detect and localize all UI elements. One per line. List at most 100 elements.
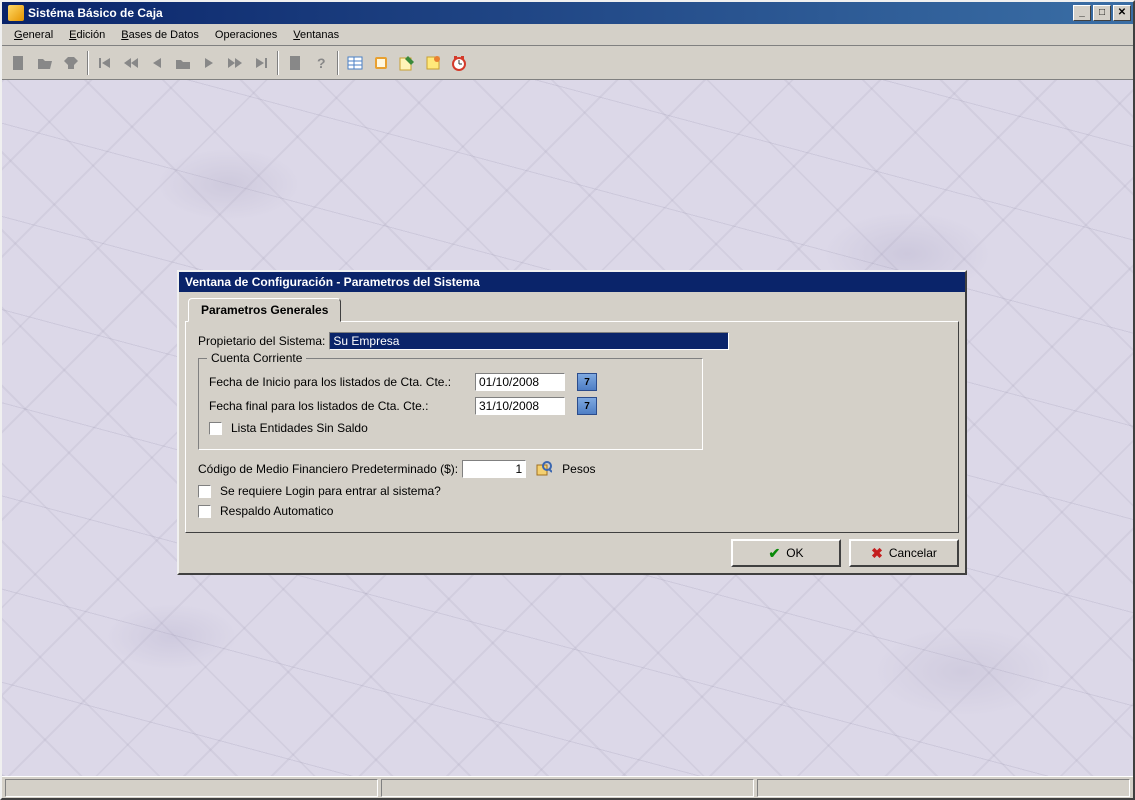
fecha-inicio-label: Fecha de Inicio para los listados de Cta… [209, 375, 471, 389]
toolbar-separator [87, 51, 89, 75]
grid-icon [346, 54, 364, 72]
fecha-final-input[interactable] [475, 397, 565, 415]
new-icon [10, 54, 28, 72]
fecha-inicio-calendar-button[interactable]: 7 [577, 373, 597, 391]
fecha-inicio-row: Fecha de Inicio para los listados de Cta… [209, 373, 692, 391]
tab-panel: Propietario del Sistema: Cuenta Corrient… [185, 321, 959, 533]
folder-icon [174, 54, 192, 72]
dialog-body: Parametros Generales Propietario del Sis… [179, 292, 965, 573]
ok-label: OK [786, 546, 803, 560]
menu-bases[interactable]: Bases de Datos [113, 27, 207, 43]
tb-edit-note[interactable] [394, 50, 420, 76]
cancel-label: Cancelar [889, 546, 937, 560]
lookup-icon [536, 461, 552, 477]
last-icon [252, 54, 270, 72]
cuenta-corriente-group: Cuenta Corriente Fecha de Inicio para lo… [198, 358, 703, 450]
workspace: Ventana de Configuración - Parametros de… [2, 80, 1133, 776]
tb-grid[interactable] [342, 50, 368, 76]
tb-book[interactable] [368, 50, 394, 76]
codigo-medio-unit: Pesos [562, 462, 595, 476]
status-panel-3 [757, 779, 1130, 797]
document-icon [286, 54, 304, 72]
require-login-checkbox[interactable] [198, 485, 211, 498]
tab-parametros-generales[interactable]: Parametros Generales [188, 298, 341, 322]
fecha-final-calendar-button[interactable]: 7 [577, 397, 597, 415]
menubar: General Edición Bases de Datos Operacion… [2, 24, 1133, 46]
menu-edicion-label: dición [76, 29, 105, 41]
clock-icon [450, 54, 468, 72]
menu-general-label: eneral [23, 29, 54, 41]
require-login-label: Se requiere Login para entrar al sistema… [220, 484, 441, 498]
titlebar: Sistéma Básico de Caja _ □ ✕ [2, 2, 1133, 24]
maximize-button[interactable]: □ [1093, 5, 1111, 21]
tb-forward[interactable] [222, 50, 248, 76]
respaldo-checkbox[interactable] [198, 505, 211, 518]
menu-ventanas[interactable]: Ventanas [285, 27, 347, 43]
tb-first[interactable] [92, 50, 118, 76]
status-panel-1 [5, 779, 378, 797]
lista-sin-saldo-label: Lista Entidades Sin Saldo [231, 421, 368, 435]
tb-open[interactable] [32, 50, 58, 76]
tb-prev[interactable] [144, 50, 170, 76]
edit-note-icon [398, 54, 416, 72]
cancel-button[interactable]: ✖ Cancelar [849, 539, 959, 567]
tb-new[interactable] [6, 50, 32, 76]
svg-text:?: ? [317, 55, 326, 71]
save-icon [62, 54, 80, 72]
menu-ventanas-label: entanas [300, 29, 339, 41]
rewind-icon [122, 54, 140, 72]
next-icon [200, 54, 218, 72]
tb-folder[interactable] [170, 50, 196, 76]
first-icon [96, 54, 114, 72]
open-folder-icon [36, 54, 54, 72]
tb-help[interactable]: ? [308, 50, 334, 76]
respaldo-label: Respaldo Automatico [220, 504, 333, 518]
toolbar-separator [337, 51, 339, 75]
tb-save[interactable] [58, 50, 84, 76]
fecha-inicio-input[interactable] [475, 373, 565, 391]
menu-general[interactable]: General [6, 27, 61, 43]
menu-edicion[interactable]: Edición [61, 27, 113, 43]
help-icon: ? [312, 54, 330, 72]
propietario-row: Propietario del Sistema: [198, 332, 946, 350]
calendar-icon: 7 [584, 401, 590, 412]
dialog-buttons: ✔ OK ✖ Cancelar [185, 533, 959, 567]
toolbar-separator [277, 51, 279, 75]
fecha-final-row: Fecha final para los listados de Cta. Ct… [209, 397, 692, 415]
minimize-button[interactable]: _ [1073, 5, 1091, 21]
x-icon: ✖ [871, 545, 883, 562]
statusbar [2, 776, 1133, 798]
book-icon [372, 54, 390, 72]
window-controls: _ □ ✕ [1073, 5, 1131, 21]
status-panel-2 [381, 779, 754, 797]
check-icon: ✔ [768, 545, 780, 562]
fecha-final-label: Fecha final para los listados de Cta. Ct… [209, 399, 471, 413]
tb-doc[interactable] [282, 50, 308, 76]
tb-next[interactable] [196, 50, 222, 76]
ok-button[interactable]: ✔ OK [731, 539, 841, 567]
tb-rewind[interactable] [118, 50, 144, 76]
close-button[interactable]: ✕ [1113, 5, 1131, 21]
require-login-row: Se requiere Login para entrar al sistema… [198, 484, 946, 498]
propietario-input[interactable] [329, 332, 729, 350]
codigo-medio-input[interactable] [462, 460, 526, 478]
config-dialog: Ventana de Configuración - Parametros de… [177, 270, 967, 575]
tb-note[interactable] [420, 50, 446, 76]
note-icon [424, 54, 442, 72]
lista-sin-saldo-row: Lista Entidades Sin Saldo [209, 421, 692, 435]
forward-icon [226, 54, 244, 72]
menu-operaciones[interactable]: Operaciones [207, 27, 285, 43]
dialog-title: Ventana de Configuración - Parametros de… [179, 272, 965, 292]
app-icon [8, 5, 24, 21]
codigo-medio-row: Código de Medio Financiero Predeterminad… [198, 460, 946, 478]
toolbar: ? [2, 46, 1133, 80]
codigo-medio-lookup-button[interactable] [534, 460, 554, 478]
menu-bases-label: ases de Datos [129, 29, 199, 41]
prev-icon [148, 54, 166, 72]
lista-sin-saldo-checkbox[interactable] [209, 422, 222, 435]
tb-clock[interactable] [446, 50, 472, 76]
tb-last[interactable] [248, 50, 274, 76]
calendar-icon: 7 [584, 377, 590, 388]
tabs: Parametros Generales [188, 298, 959, 322]
main-window: Sistéma Básico de Caja _ □ ✕ General Edi… [0, 0, 1135, 800]
